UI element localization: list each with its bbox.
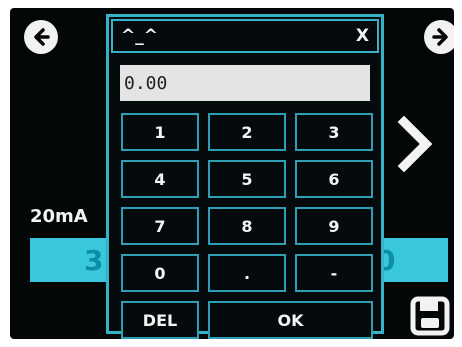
numeric-keypad-dialog: ^_^ X 0.00 1 2 3 4 5 6 7 8 9 0 . - DEL O… xyxy=(106,14,384,339)
value-display-field[interactable]: 0.00 xyxy=(120,65,370,101)
key-1[interactable]: 1 xyxy=(121,113,199,151)
value-bar-right[interactable]: 0 xyxy=(376,238,448,282)
key-minus[interactable]: - xyxy=(295,254,373,292)
arrow-left-circle-icon xyxy=(34,28,50,46)
dialog-titlebar: ^_^ X xyxy=(111,19,379,53)
key-decimal[interactable]: . xyxy=(208,254,286,292)
key-8[interactable]: 8 xyxy=(208,207,286,245)
delete-button[interactable]: DEL xyxy=(121,301,199,339)
current-range-label: 20mA xyxy=(30,206,88,227)
key-6[interactable]: 6 xyxy=(295,160,373,198)
arrow-right-circle-icon xyxy=(432,28,448,46)
key-7[interactable]: 7 xyxy=(121,207,199,245)
chevron-right-icon[interactable] xyxy=(396,116,436,172)
key-9[interactable]: 9 xyxy=(295,207,373,245)
ok-button[interactable]: OK xyxy=(208,301,373,339)
forward-button[interactable] xyxy=(424,20,454,54)
key-4[interactable]: 4 xyxy=(121,160,199,198)
key-5[interactable]: 5 xyxy=(208,160,286,198)
close-button[interactable]: X xyxy=(356,26,369,46)
back-button[interactable] xyxy=(24,20,58,54)
save-floppy-icon[interactable] xyxy=(410,296,450,336)
key-0[interactable]: 0 xyxy=(121,254,199,292)
key-3[interactable]: 3 xyxy=(295,113,373,151)
key-2[interactable]: 2 xyxy=(208,113,286,151)
device-screen: 20mA 3 0 0 ^_^ X 0.00 1 2 3 4 5 6 7 8 9 0… xyxy=(10,8,454,339)
dialog-title: ^_^ xyxy=(121,26,158,46)
keypad: 1 2 3 4 5 6 7 8 9 0 . - DEL OK xyxy=(121,113,373,339)
